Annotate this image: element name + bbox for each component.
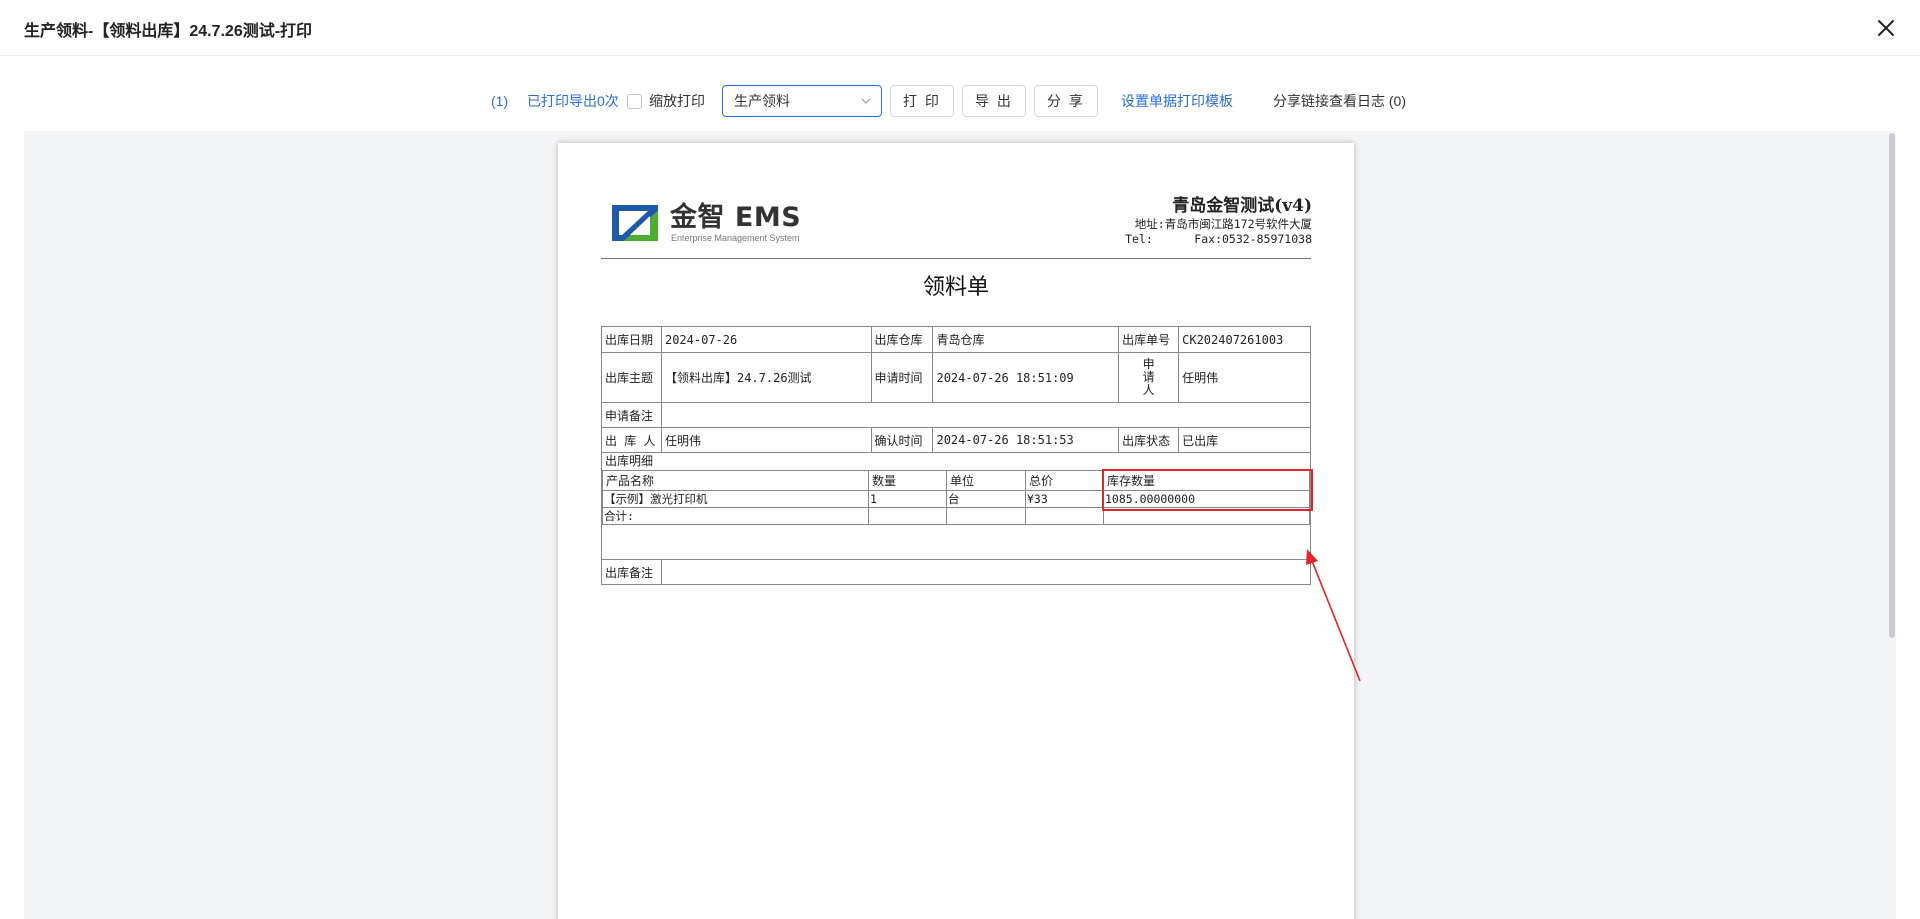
print-count[interactable]: (1) — [491, 85, 508, 117]
warehouse-label: 出库仓库 — [870, 326, 934, 353]
applicant-label-text: 申请人 — [1142, 357, 1155, 397]
company-tel-fax: Tel: Fax:0532-85971038 — [1125, 232, 1312, 246]
document-title: 领料单 — [922, 274, 989, 299]
ems-logo-icon — [610, 203, 660, 243]
logo-subtext: Enterprise Management System — [671, 233, 800, 243]
preview-scrollbar[interactable] — [1888, 131, 1896, 919]
operator-value: 任明伟 — [660, 427, 872, 453]
table-cell — [1025, 507, 1104, 525]
table-cell — [1103, 507, 1310, 525]
company-name: 青岛金智测试(v4) — [1172, 196, 1312, 216]
table-row: 【示例】激光打印机 1 台 ¥33 1085.00000000 — [602, 490, 1310, 508]
detail-spacer — [602, 525, 1310, 559]
column-header: 库存数量 — [1103, 470, 1310, 491]
table-cell: 台 — [946, 490, 1026, 508]
column-header: 总价 — [1025, 470, 1104, 491]
column-header: 产品名称 — [602, 470, 869, 491]
table-cell: 1 — [868, 490, 947, 508]
close-icon[interactable] — [1872, 14, 1900, 42]
scale-print-checkbox[interactable] — [627, 94, 642, 109]
print-toolbar: (1) 已打印导出0次 缩放打印 生产领料 打 印 导 出 分 享 设置单据打印… — [0, 85, 1920, 117]
confirm-time-label: 确认时间 — [870, 427, 934, 453]
total-row: 合计: — [602, 507, 1310, 525]
print-paper: 金智 EMS Enterprise Management System 青岛金智… — [558, 143, 1361, 919]
apply-note-label: 申请备注 — [601, 402, 662, 428]
logo-text: 金智 EMS — [670, 202, 802, 233]
confirm-time-value: 2024-07-26 18:51:53 — [932, 427, 1120, 453]
chevron-down-icon — [861, 98, 871, 104]
print-button[interactable]: 打 印 — [890, 85, 954, 117]
operator-label: 出 库 人 — [601, 427, 662, 453]
order-no-label: 出库单号 — [1118, 326, 1180, 353]
out-note-value — [660, 559, 1312, 585]
set-print-template-link[interactable]: 设置单据打印模板 — [1121, 85, 1233, 117]
scale-print-label[interactable]: 缩放打印 — [649, 85, 705, 117]
column-header: 单位 — [946, 470, 1026, 491]
header-divider — [601, 258, 1311, 259]
status-value: 已出库 — [1178, 427, 1311, 453]
apply-time-value: 2024-07-26 18:51:09 — [932, 352, 1120, 403]
table-cell: 【示例】激光打印机 — [602, 490, 869, 508]
scrollbar-thumb[interactable] — [1889, 133, 1895, 638]
order-no-value: CK202407261003 — [1178, 326, 1311, 353]
dialog-header: 生产领料-【领料出库】24.7.26测试-打印 — [0, 0, 1920, 56]
detail-table: 产品名称 数量 单位 总价 库存数量 【示例】激光打印机 1 台 ¥33 108… — [602, 470, 1310, 525]
out-note-label: 出库备注 — [601, 559, 662, 585]
out-date-label: 出库日期 — [601, 326, 662, 353]
subject-label: 出库主题 — [601, 352, 662, 403]
apply-note-value — [660, 402, 1312, 428]
table-cell: 1085.00000000 — [1103, 490, 1310, 508]
table-cell: ¥33 — [1025, 490, 1104, 508]
detail-header-row: 产品名称 数量 单位 总价 库存数量 — [602, 470, 1310, 491]
table-cell — [946, 507, 1026, 525]
total-label: 合计: — [602, 507, 869, 525]
column-header: 数量 — [868, 470, 947, 491]
applicant-label: 申请人 — [1118, 352, 1180, 403]
company-address: 地址:青岛市闽江路172号软件大厦 — [1134, 217, 1312, 231]
applicant-value: 任明伟 — [1178, 352, 1311, 403]
template-select[interactable]: 生产领料 — [722, 85, 882, 117]
detail-section: 出库明细 产品名称 数量 单位 总价 库存数量 【示例】激光打印机 1 台 ¥3… — [601, 452, 1311, 560]
status-label: 出库状态 — [1118, 427, 1180, 453]
dialog-title: 生产领料-【领料出库】24.7.26测试-打印 — [24, 23, 313, 40]
subject-value: 【领料出库】24.7.26测试 — [660, 352, 872, 403]
company-info: 青岛金智测试(v4) 地址:青岛市闽江路172号软件大厦 Tel: Fax:05… — [1125, 195, 1312, 247]
company-logo: 金智 EMS Enterprise Management System — [610, 203, 810, 245]
print-preview-area: 金智 EMS Enterprise Management System 青岛金智… — [24, 131, 1896, 919]
share-log-link[interactable]: 分享链接查看日志 (0) — [1273, 85, 1406, 117]
detail-label: 出库明细 — [605, 454, 654, 468]
table-cell — [868, 507, 947, 525]
out-date-value: 2024-07-26 — [660, 326, 872, 353]
apply-time-label: 申请时间 — [870, 352, 934, 403]
export-button[interactable]: 导 出 — [962, 85, 1026, 117]
printed-export-count-link[interactable]: 已打印导出0次 — [527, 85, 619, 117]
material-form-table: 出库日期 2024-07-26 出库仓库 青岛仓库 出库单号 CK2024072… — [601, 326, 1312, 585]
share-button[interactable]: 分 享 — [1034, 85, 1098, 117]
template-select-value: 生产领料 — [734, 93, 790, 109]
warehouse-value: 青岛仓库 — [932, 326, 1120, 353]
